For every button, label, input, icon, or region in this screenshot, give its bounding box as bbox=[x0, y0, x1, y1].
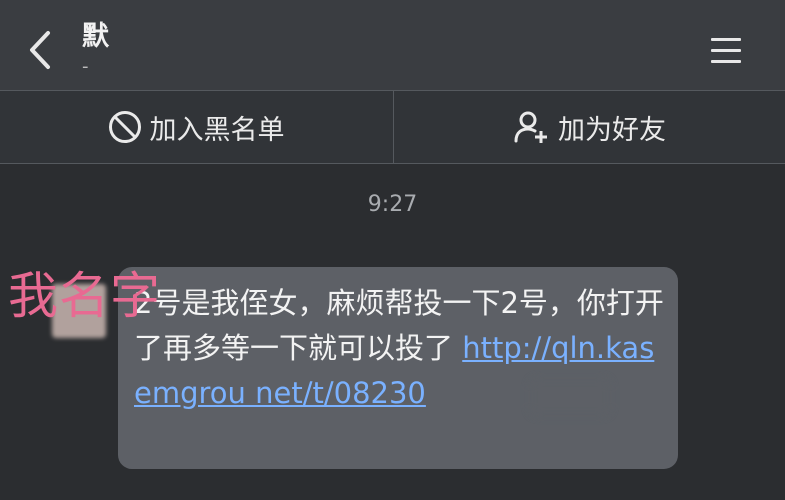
add-user-icon bbox=[514, 111, 547, 143]
action-bar: 加入黑名单 加为好友 bbox=[0, 90, 785, 164]
add-friend-label: 加为好友 bbox=[558, 114, 666, 146]
redaction-blur bbox=[530, 379, 610, 415]
menu-button[interactable] bbox=[709, 36, 745, 66]
block-icon bbox=[108, 111, 141, 143]
message-bubble[interactable]: 2号是我侄女，麻烦帮投一下2号，你打开了再多等一下就可以投了 http://ql… bbox=[118, 267, 678, 469]
block-button[interactable]: 加入黑名单 bbox=[0, 91, 392, 163]
name-overlay: 我名字 bbox=[8, 267, 161, 325]
add-friend-button[interactable]: 加为好友 bbox=[394, 91, 785, 163]
back-button[interactable] bbox=[20, 28, 60, 72]
message-timestamp: 9:27 bbox=[367, 192, 418, 217]
top-bar: 默 - bbox=[0, 0, 785, 90]
hamburger-menu-icon bbox=[711, 38, 741, 41]
block-label: 加入黑名单 bbox=[149, 114, 285, 146]
contact-title: 默 bbox=[82, 21, 109, 52]
chevron-left-icon bbox=[30, 31, 50, 69]
contact-subtitle: - bbox=[82, 56, 89, 77]
